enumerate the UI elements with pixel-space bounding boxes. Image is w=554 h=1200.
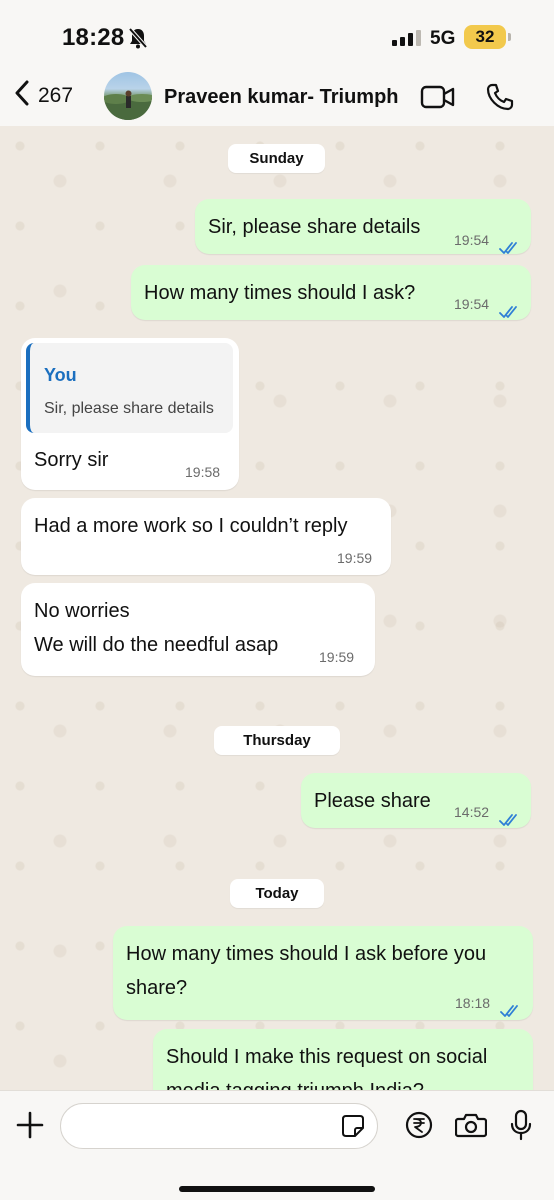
message-text: How many times should I ask?: [144, 282, 416, 304]
message-bubble[interactable]: How many times should I ask before you s…: [113, 926, 533, 1020]
message-bubble[interactable]: Please share 14:52: [301, 773, 531, 828]
date-label-today: Today: [230, 879, 324, 908]
chevron-left-icon: [14, 80, 30, 111]
sticker-icon[interactable]: [341, 1114, 365, 1143]
message-time: 14:52: [454, 804, 490, 820]
chat-header: 267 Praveen kumar- Triumph: [0, 70, 554, 126]
message-composer: [0, 1090, 554, 1200]
home-indicator: [179, 1186, 375, 1192]
message-text: Please share: [314, 790, 431, 812]
message-time: 19:59: [337, 550, 373, 566]
message-text: Sorry sir: [34, 449, 109, 471]
phone-icon[interactable]: [485, 82, 515, 117]
message-time: 19:59: [319, 649, 355, 665]
camera-icon[interactable]: [454, 1112, 488, 1143]
status-time: 18:28: [62, 24, 125, 51]
signal-bars-icon: [392, 30, 422, 51]
message-bubble[interactable]: Should I make this request on social med…: [153, 1029, 533, 1090]
double-tick-icon: [500, 995, 522, 1029]
unread-count: 267: [38, 83, 74, 107]
message-input[interactable]: [60, 1103, 378, 1149]
message-time: 19:58: [185, 464, 221, 480]
chat-area[interactable]: Sunday Sir, please share details 19:54 H…: [0, 126, 554, 1090]
bell-slash-icon: [128, 27, 148, 54]
message-bubble[interactable]: Sir, please share details 19:54: [195, 199, 531, 254]
message-text: Sir, please share details: [208, 216, 421, 238]
network-type: 5G: [430, 28, 456, 49]
message-bubble[interactable]: Had a more work so I couldn’t reply 19:5…: [21, 498, 391, 575]
message-time: 19:54: [454, 232, 490, 248]
date-label-thursday: Thursday: [214, 726, 340, 755]
date-label-sunday: Sunday: [228, 144, 325, 173]
contact-name[interactable]: Praveen kumar- Triumph: [164, 86, 399, 109]
avatar[interactable]: [104, 72, 152, 120]
quote-author: You: [44, 365, 77, 385]
message-bubble-reply[interactable]: You Sir, please share details Sorry sir …: [21, 338, 239, 490]
video-call-icon[interactable]: [420, 84, 456, 115]
battery-tip: [508, 33, 511, 41]
message-bubble[interactable]: No worries We will do the needful asap 1…: [21, 583, 375, 676]
plus-icon[interactable]: [16, 1111, 44, 1144]
rupee-icon[interactable]: [405, 1111, 433, 1144]
message-text: Had a more work so I couldn’t reply: [34, 515, 348, 537]
double-tick-icon: [499, 804, 521, 838]
message-text: Should I make this request on social med…: [166, 1046, 488, 1090]
message-text: No worries We will do the needful asap: [34, 600, 279, 656]
message-text: How many times should I ask before you s…: [126, 943, 487, 999]
message-time: 19:54: [454, 296, 490, 312]
message-time: 18:18: [455, 995, 491, 1011]
quoted-message[interactable]: You Sir, please share details: [26, 343, 233, 433]
quote-text: Sir, please share details: [44, 400, 214, 417]
microphone-icon[interactable]: [509, 1109, 533, 1146]
message-bubble[interactable]: How many times should I ask? 19:54: [131, 265, 531, 320]
status-bar: 18:28 5G 32: [0, 0, 554, 70]
back-button[interactable]: 267: [14, 80, 73, 111]
battery-level: 32: [464, 25, 506, 49]
double-tick-icon: [499, 232, 521, 266]
double-tick-icon: [499, 296, 521, 330]
